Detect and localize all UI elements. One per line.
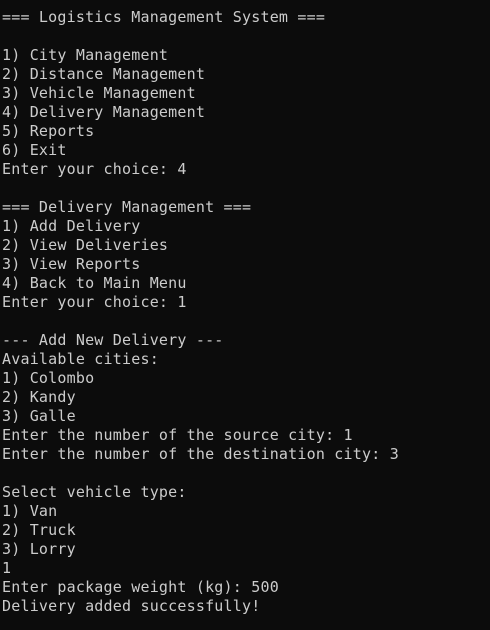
delivery-menu-title: === Delivery Management === bbox=[2, 198, 252, 216]
add-delivery-title: --- Add New Delivery --- bbox=[2, 331, 224, 349]
vehicle-option-lorry: 3) Lorry bbox=[2, 540, 76, 558]
menu-option-reports: 5) Reports bbox=[2, 122, 95, 140]
city-option-galle: 3) Galle bbox=[2, 407, 76, 425]
main-choice-prompt: Enter your choice: 4 bbox=[2, 160, 187, 178]
menu-option-city-management: 1) City Management bbox=[2, 46, 169, 64]
menu-option-back-to-main: 4) Back to Main Menu bbox=[2, 274, 187, 292]
city-option-colombo: 1) Colombo bbox=[2, 369, 95, 387]
menu-option-exit: 6) Exit bbox=[2, 141, 67, 159]
success-message: Delivery added successfully! bbox=[2, 597, 261, 615]
system-title: === Logistics Management System === bbox=[2, 8, 326, 26]
vehicle-option-truck: 2) Truck bbox=[2, 521, 76, 539]
terminal-output[interactable]: === Logistics Management System === 1) C… bbox=[0, 0, 490, 630]
package-weight-prompt: Enter package weight (kg): 500 bbox=[2, 578, 279, 596]
menu-option-distance-management: 2) Distance Management bbox=[2, 65, 206, 83]
city-option-kandy: 2) Kandy bbox=[2, 388, 76, 406]
available-cities-heading: Available cities: bbox=[2, 350, 159, 368]
menu-option-vehicle-management: 3) Vehicle Management bbox=[2, 84, 196, 102]
menu-option-view-deliveries: 2) View Deliveries bbox=[2, 236, 169, 254]
vehicle-choice-input: 1 bbox=[2, 559, 12, 577]
delivery-choice-prompt: Enter your choice: 1 bbox=[2, 293, 187, 311]
source-city-prompt: Enter the number of the source city: 1 bbox=[2, 426, 353, 444]
menu-option-delivery-management: 4) Delivery Management bbox=[2, 103, 206, 121]
destination-city-prompt: Enter the number of the destination city… bbox=[2, 445, 399, 463]
menu-option-view-reports: 3) View Reports bbox=[2, 255, 141, 273]
vehicle-type-heading: Select vehicle type: bbox=[2, 483, 187, 501]
menu-option-add-delivery: 1) Add Delivery bbox=[2, 217, 141, 235]
vehicle-option-van: 1) Van bbox=[2, 502, 58, 520]
